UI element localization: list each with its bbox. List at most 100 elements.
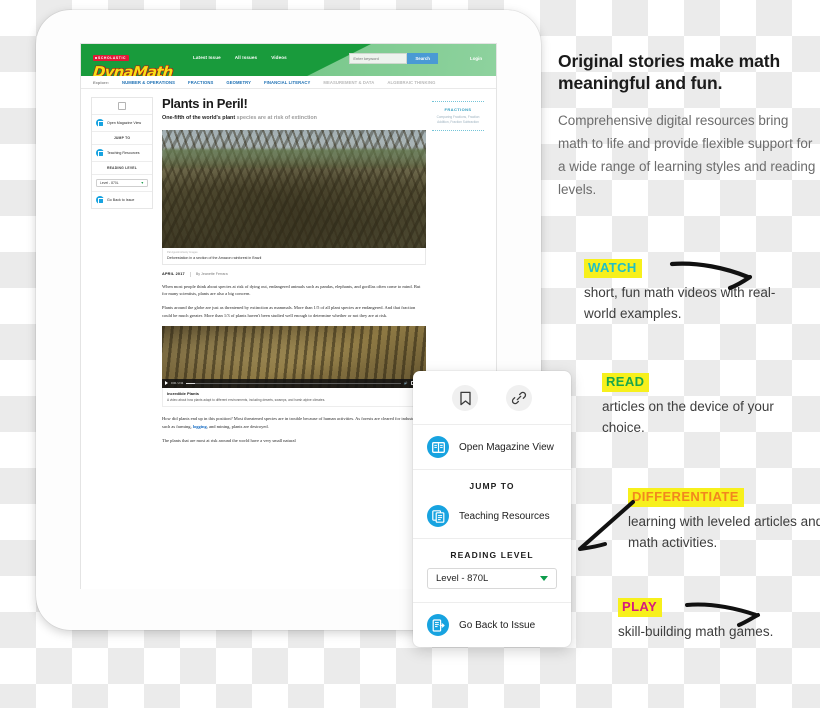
- sidebar-reading-level-value: Level - 870L: [100, 181, 119, 185]
- article-paragraph-4: The plants that are most at risk around …: [162, 437, 296, 443]
- video-player[interactable]: 0:00 / 2:34 🔊 CC ⛶: [162, 325, 426, 388]
- video-controls: 0:00 / 2:34 🔊 CC ⛶: [162, 378, 426, 388]
- popup-open-magazine-view[interactable]: Open Magazine View: [413, 425, 571, 470]
- bookmark-button[interactable]: [452, 385, 478, 411]
- video-time: 0:00 / 2:34: [171, 381, 184, 385]
- chevron-down-icon: ▼: [140, 181, 144, 185]
- bookmark-icon: [459, 391, 471, 405]
- sidebar-go-back-label: Go Back to Issue: [107, 198, 135, 202]
- arrow-watch: [669, 261, 753, 291]
- marketing-subcopy: Comprehensive digital resources bring ma…: [558, 112, 816, 198]
- article-tools-popup: Open Magazine View JUMP TO Teaching Reso…: [413, 371, 571, 647]
- reading-level-select[interactable]: Level - 870L: [427, 568, 557, 589]
- annotation-watch-keyword: WATCH: [584, 259, 642, 278]
- header-search: Search: [349, 53, 438, 64]
- article-paragraph-1: When most people think about species at …: [162, 283, 421, 297]
- annotation-differentiate: DIFFERENTIATE learning with leveled arti…: [628, 488, 820, 554]
- sidebar-reading-level-select[interactable]: Level - 870L ▼: [96, 179, 148, 187]
- rail-title: FRACTIONS: [444, 107, 472, 112]
- popup-icon-row: [413, 371, 571, 425]
- marketing-headline: Original stories make math meaningful an…: [558, 51, 781, 94]
- logging-link[interactable]: logging: [193, 424, 207, 429]
- reading-level-value: Level - 870L: [436, 573, 489, 584]
- chevron-down-icon: [540, 576, 548, 581]
- sidebar-jump-to-label: JUMP TO: [113, 136, 131, 140]
- sidebar-open-magazine[interactable]: Open Magazine View: [92, 115, 152, 132]
- subnav-fractions[interactable]: FRACTIONS: [188, 80, 213, 85]
- rail-body: Comparing Fractions, Fraction Addition, …: [436, 115, 480, 125]
- teaching-resources-icon: [427, 505, 449, 527]
- sidebar-go-back[interactable]: Go Back to Issue: [92, 192, 152, 208]
- article-paragraph-3: How did plants end up in this position? …: [162, 415, 426, 430]
- article-subhead: One-fifth of the world's plant species a…: [162, 115, 426, 123]
- popup-reading-level-wrap: Level - 870L: [413, 563, 571, 603]
- paragraph-3-post: , and mining, plants are destroyed.: [206, 424, 269, 430]
- magazine-view-icon: [427, 436, 449, 458]
- popup-reading-level-section: READING LEVEL: [413, 539, 571, 563]
- search-button[interactable]: Search: [407, 53, 438, 64]
- subnav-algebraic-thinking[interactable]: ALGEBRAIC THINKING: [387, 80, 435, 85]
- article-hero-photo: [162, 130, 426, 249]
- article-photo-caption-box: Pal Agustino/Getty Images Deforestation …: [162, 248, 426, 265]
- article-video-block: 0:00 / 2:34 🔊 CC ⛶ Incredible Plants A v…: [162, 325, 426, 408]
- search-input[interactable]: [349, 53, 408, 64]
- open-book-icon: [431, 441, 445, 453]
- popup-reading-level-label: READING LEVEL: [450, 550, 534, 560]
- arrow-differentiate: [578, 500, 635, 551]
- annotation-read-body: articles on the device of your choice.: [602, 398, 774, 436]
- annotation-differentiate-body: learning with leveled articles and math …: [628, 513, 820, 551]
- documents-icon: [431, 509, 444, 523]
- nav-latest-issue[interactable]: Latest Issue: [193, 55, 221, 60]
- link-icon: [511, 391, 527, 405]
- subnav-measurement-data[interactable]: MEASUREMENT & DATA: [323, 80, 374, 85]
- popup-go-back-to-issue[interactable]: Go Back to Issue: [413, 603, 571, 647]
- sidebar-reading-level-header: READING LEVEL: [92, 162, 152, 175]
- popup-teaching-resources[interactable]: Teaching Resources: [413, 494, 571, 539]
- sidebar-reading-level-row[interactable]: Level - 870L ▼: [92, 175, 152, 192]
- scholastic-logo: SCHOLASTIC: [93, 55, 130, 61]
- annotation-differentiate-keyword: DIFFERENTIATE: [628, 488, 744, 507]
- category-subnav: Explore: NUMBER & OPERATIONS FRACTIONS G…: [81, 76, 496, 89]
- rail-divider-bottom: [432, 130, 484, 132]
- nav-videos[interactable]: Videos: [271, 55, 287, 60]
- sidebar-bookmark-row[interactable]: [92, 98, 152, 115]
- sidebar-open-magazine-label: Open Magazine View: [107, 121, 142, 125]
- header-nav: Latest Issue All Issues Videos: [193, 55, 287, 60]
- photo-credit: Pal Agustino/Getty Images: [167, 250, 198, 254]
- sidebar-jump-to-header: JUMP TO: [92, 132, 152, 145]
- volume-icon[interactable]: 🔊: [404, 381, 407, 385]
- video-description: A video about how plants adapt to differ…: [167, 397, 326, 402]
- sidebar-reading-level-label: READING LEVEL: [106, 166, 138, 170]
- sidebar-teaching-resources[interactable]: Teaching Resources: [92, 145, 152, 162]
- site-header: SCHOLASTIC DynaMath Latest Issue All Iss…: [81, 44, 496, 76]
- article-paragraph-2: Plants around the globe are just as thre…: [162, 305, 416, 318]
- dynamath-wordmark: DynaMath: [92, 63, 174, 76]
- popup-teaching-resources-label: Teaching Resources: [459, 510, 550, 522]
- login-link[interactable]: Login: [470, 56, 482, 61]
- video-progress-track[interactable]: [186, 382, 402, 384]
- popup-go-back-label: Go Back to Issue: [459, 619, 536, 631]
- video-title: Incredible Plants: [167, 390, 200, 396]
- popup-jump-to-section: JUMP TO: [413, 470, 571, 494]
- nav-all-issues[interactable]: All Issues: [235, 55, 257, 60]
- arrow-play: [685, 602, 760, 627]
- play-icon[interactable]: [165, 381, 168, 386]
- subnav-financial-literacy[interactable]: FINANCIAL LITERACY: [264, 80, 310, 85]
- annotation-read-keyword: READ: [602, 373, 650, 392]
- exit-document-icon: [432, 618, 445, 632]
- popup-open-magazine-label: Open Magazine View: [459, 441, 554, 453]
- article-content: Plants in Peril! One-fifth of the world'…: [162, 96, 430, 451]
- subnav-number-operations[interactable]: NUMBER & OPERATIONS: [122, 80, 175, 85]
- article-title: Plants in Peril!: [162, 96, 248, 111]
- go-back-icon: [96, 196, 104, 204]
- site-logo[interactable]: SCHOLASTIC DynaMath: [92, 46, 175, 76]
- popup-jump-to-label: JUMP TO: [469, 481, 515, 491]
- subnav-geometry[interactable]: GEOMETRY: [226, 80, 251, 85]
- article-subhead-bold: One-fifth of the world's plant: [162, 115, 236, 122]
- resources-icon: [96, 149, 104, 157]
- article-author: By Jeanette Ferrara: [195, 272, 228, 277]
- sidebar-teaching-resources-label: Teaching Resources: [107, 151, 140, 155]
- copy-link-button[interactable]: [506, 385, 532, 411]
- article-date: APRIL 2017: [162, 272, 185, 277]
- rail-divider-top: [432, 101, 484, 102]
